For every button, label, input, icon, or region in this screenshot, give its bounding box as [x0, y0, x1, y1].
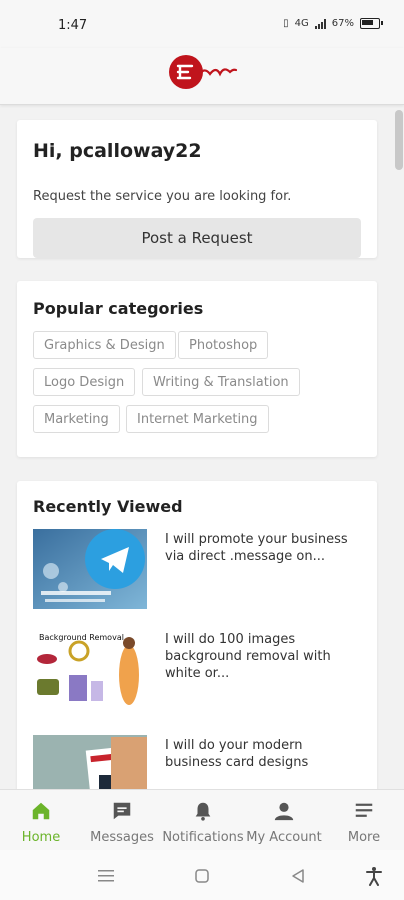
- recently-viewed-card: Recently Viewed I will promote your busi…: [17, 481, 377, 789]
- nav-label: Home: [21, 830, 61, 845]
- user-icon: [274, 802, 294, 821]
- recent-item[interactable]: I will do your modern business card desi…: [33, 735, 363, 789]
- vibrate-icon: ▯: [283, 18, 289, 29]
- thumb-caption: Background Removal: [39, 633, 124, 642]
- category-chip[interactable]: Writing & Translation: [142, 368, 300, 396]
- category-chip[interactable]: Internet Marketing: [126, 405, 269, 433]
- nav-label: My Account: [246, 830, 322, 845]
- status-time: 1:47: [58, 18, 88, 33]
- bell-icon: [195, 802, 211, 821]
- system-nav-bar: [0, 850, 404, 900]
- nav-label: Notifications: [162, 830, 244, 845]
- home-icon: [32, 802, 50, 820]
- category-chip[interactable]: Marketing: [33, 405, 120, 433]
- nav-label: Messages: [90, 830, 154, 845]
- category-chip[interactable]: Logo Design: [33, 368, 136, 396]
- recent-item-title: I will promote your business via direct …: [165, 532, 348, 564]
- recents-icon[interactable]: [96, 866, 116, 886]
- categories-title: Popular categories: [33, 299, 204, 318]
- app-header: [0, 48, 404, 105]
- app-logo[interactable]: [166, 52, 240, 92]
- telegram-icon: [33, 529, 147, 609]
- home-button-icon[interactable]: [192, 866, 212, 886]
- nav-home[interactable]: Home: [0, 790, 82, 851]
- nav-my-account[interactable]: My Account: [244, 790, 324, 851]
- battery-percent: 67%: [331, 18, 354, 29]
- scrollbar[interactable]: [395, 110, 403, 170]
- business-card-icon: [33, 735, 147, 789]
- greeting-card: Hi, pcalloway22 Request the service you …: [17, 120, 377, 258]
- nav-notifications[interactable]: Notifications: [162, 790, 244, 851]
- recent-thumbnail: [33, 529, 147, 609]
- recent-thumbnail: [33, 735, 147, 789]
- recent-item-title: I will do your modern business card desi…: [165, 738, 309, 770]
- recent-item[interactable]: Background Removal I will do 100 images …: [33, 629, 363, 709]
- recent-thumbnail: Background Removal: [33, 629, 147, 709]
- bottom-nav: Home Messages Notifications My Account M…: [0, 789, 404, 851]
- recent-item[interactable]: I will promote your business via direct …: [33, 529, 363, 609]
- category-chip[interactable]: Photoshop: [178, 331, 269, 359]
- recent-item-title: I will do 100 images background removal …: [165, 632, 331, 681]
- greeting-title: Hi, pcalloway22: [33, 140, 202, 162]
- nav-messages[interactable]: Messages: [82, 790, 162, 851]
- post-request-button[interactable]: Post a Request: [33, 218, 361, 258]
- signal-icon: [314, 18, 326, 29]
- accessibility-icon[interactable]: [364, 866, 384, 886]
- nav-label: More: [347, 830, 381, 845]
- recently-viewed-title: Recently Viewed: [33, 497, 183, 516]
- status-icons: ▯ 4G 67%: [283, 18, 383, 29]
- categories-card: Popular categories Graphics & Design Pho…: [17, 281, 377, 457]
- menu-icon: [355, 803, 373, 817]
- messages-icon: [113, 802, 131, 820]
- nav-more[interactable]: More: [324, 790, 404, 851]
- status-bar: 1:47 ▯ 4G 67%: [0, 0, 404, 48]
- content-scroll-area[interactable]: Hi, pcalloway22 Request the service you …: [0, 105, 404, 789]
- category-chip[interactable]: Graphics & Design: [33, 331, 176, 359]
- greeting-subtitle: Request the service you are looking for.: [33, 189, 292, 204]
- back-icon[interactable]: [288, 866, 308, 886]
- network-label: 4G: [294, 18, 309, 29]
- battery-icon: [360, 18, 383, 29]
